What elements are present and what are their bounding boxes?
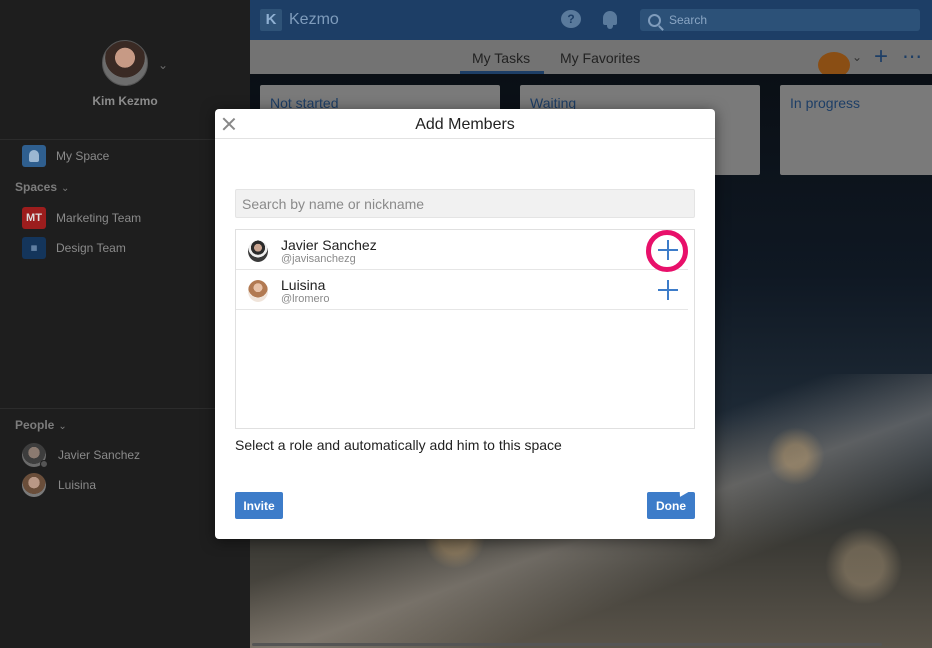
app-name: Kezmo (289, 11, 339, 28)
member-search-input[interactable] (235, 189, 695, 218)
tabs-bar: My Tasks My Favorites ⌄ + ⋯ (250, 40, 932, 78)
sidebar-item-label: Design Team (56, 241, 126, 255)
add-members-dialog: Add Members Javier Sanchez @javisanchezg… (215, 109, 715, 539)
top-bar: K Kezmo ? Search (250, 0, 932, 40)
sidebar-item-label: Marketing Team (56, 211, 142, 225)
avatar (248, 240, 268, 262)
chevron-down-icon[interactable]: ⌄ (852, 50, 862, 64)
sidebar-divider (0, 408, 250, 409)
board-column-in-progress[interactable]: In progress (780, 85, 932, 175)
tab-my-tasks[interactable]: My Tasks (472, 50, 530, 66)
chevron-down-icon: ⌄ (61, 183, 70, 194)
sidebar-item-design-team[interactable]: ▦ Design Team (22, 237, 126, 259)
add-member-button[interactable] (656, 278, 680, 302)
people-header-label: People (15, 418, 55, 432)
sidebar-person-luisina[interactable]: Luisina (22, 473, 97, 497)
member-name: Javier Sanchez (281, 237, 377, 253)
horizontal-scrollbar[interactable] (252, 643, 882, 646)
person-label: Luisina (58, 478, 97, 492)
user-name: Kim Kezmo (92, 94, 158, 108)
tab-my-favorites[interactable]: My Favorites (560, 50, 640, 66)
member-handle: @javisanchezg (281, 253, 356, 265)
space-badge: MT (22, 207, 46, 229)
global-search[interactable]: Search (640, 9, 920, 31)
user-avatar[interactable] (102, 40, 148, 86)
profile: ⌄ Kim Kezmo (0, 40, 250, 108)
chat-help-icon[interactable]: ? (561, 10, 581, 28)
status-dot-icon (40, 460, 48, 468)
sidebar-item-my-space[interactable]: My Space (22, 145, 109, 167)
spaces-header-label: Spaces (15, 180, 58, 194)
avatar (22, 473, 46, 497)
chevron-down-icon[interactable]: ⌄ (158, 58, 168, 72)
member-list: Javier Sanchez @javisanchezg Luisina @lr… (235, 229, 695, 429)
people-header[interactable]: People ⌄ (15, 418, 67, 432)
invite-button[interactable]: Invite (235, 492, 283, 519)
avatar (22, 443, 48, 468)
sidebar-item-label: My Space (56, 149, 110, 163)
role-instruction-text: Select a role and automatically add him … (235, 437, 562, 453)
avatar (248, 280, 268, 302)
sidebar: ⌄ Kim Kezmo My Space Spaces ⌄ MT Marketin… (0, 0, 250, 648)
member-name: Luisina (281, 277, 326, 293)
member-handle: @lromero (281, 293, 330, 305)
click-highlight-ring (646, 230, 688, 272)
dialog-title: Add Members (415, 116, 515, 133)
design-space-icon: ▦ (22, 237, 46, 259)
sidebar-item-marketing-team[interactable]: MT Marketing Team (22, 207, 141, 229)
more-icon[interactable]: ⋯ (902, 44, 923, 69)
done-button[interactable]: Done (647, 492, 695, 519)
dialog-header: Add Members (215, 109, 715, 139)
bell-icon[interactable] (601, 8, 619, 30)
app-logo-icon: K (260, 9, 282, 31)
plus-icon[interactable]: + (874, 43, 888, 71)
search-icon (648, 13, 661, 27)
person-label: Javier Sanchez (58, 448, 141, 462)
column-title: In progress (790, 95, 861, 111)
spaces-header[interactable]: Spaces ⌄ (15, 180, 69, 194)
list-item: Javier Sanchez @javisanchezg (236, 230, 688, 270)
person-icon (22, 145, 46, 167)
sidebar-person-javier[interactable]: Javier Sanchez (22, 443, 141, 468)
sidebar-divider (0, 139, 250, 140)
list-item: Luisina @lromero (236, 270, 688, 310)
global-search-placeholder: Search (669, 13, 708, 27)
chevron-down-icon: ⌄ (58, 421, 67, 432)
